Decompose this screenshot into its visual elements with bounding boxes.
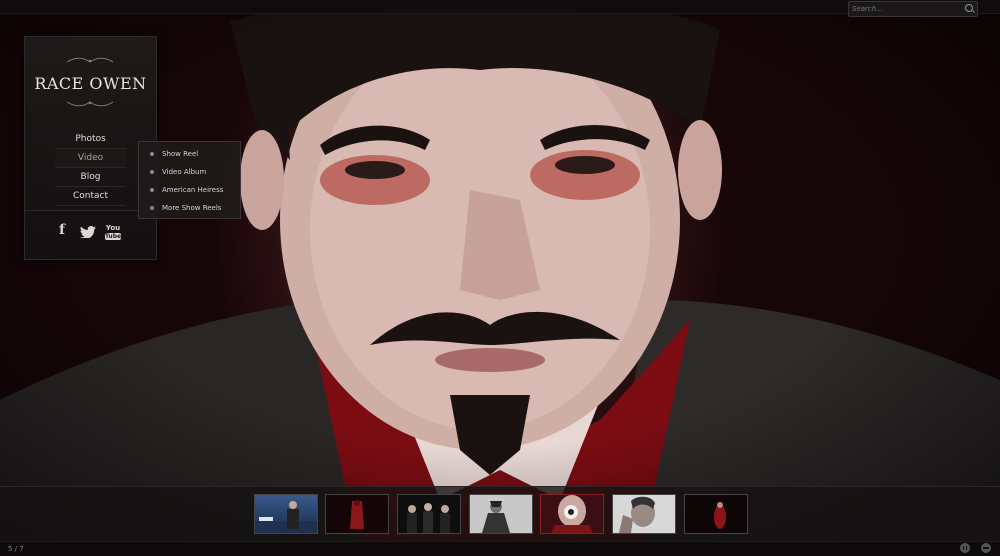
bullet-icon [150,170,154,174]
slideshow-stage: RACE OWEN Photos Video Blog Contact f Yo… [0,0,1000,556]
thumbnail-2-image [326,495,388,533]
bullet-icon [150,206,154,210]
bullet-icon [150,188,154,192]
slide-counter: 5 / 7 [8,545,24,553]
youtube-icon-top: You [105,224,121,232]
pause-icon[interactable] [960,543,970,553]
twitter-icon[interactable] [80,226,96,238]
pause-icon-bar [963,546,964,550]
pause-icon-bar [966,546,967,550]
minimize-icon-dash [983,547,989,549]
logo-bottom-ornament-icon [66,101,114,107]
facebook-icon[interactable]: f [57,222,67,238]
eye-icon[interactable] [564,505,578,519]
main-nav: Photos Video Blog Contact [55,130,126,206]
submenu-item-american-heiress[interactable]: American Heiress [139,181,240,199]
nav-item-contact[interactable]: Contact [55,187,126,206]
thumbnail-4-image [470,495,532,533]
youtube-icon-bottom: Tube [105,233,122,240]
submenu-item-more-show-reels[interactable]: More Show Reels [139,199,240,217]
submenu-item-show-reel[interactable]: Show Reel [139,145,240,163]
bullet-icon [150,152,154,156]
bottom-control-bar [0,541,1000,556]
thumbnail-3[interactable] [397,494,461,534]
thumbnail-6-image [613,495,675,533]
submenu-item-label: American Heiress [162,186,224,194]
thumbnail-1[interactable] [254,494,318,534]
nav-item-photos[interactable]: Photos [55,130,126,149]
panel-divider [25,210,156,211]
nav-item-video[interactable]: Video [55,149,126,168]
search-input[interactable] [852,2,960,16]
thumbnail-3-image [398,495,460,533]
thumbnail-7-image [685,495,747,533]
submenu-item-label: Video Album [162,168,207,176]
thumbnail-1-image [255,501,317,533]
thumbnail-6[interactable] [612,494,676,534]
minimize-icon[interactable] [981,543,991,553]
submenu-item-label: More Show Reels [162,204,222,212]
search-box[interactable] [848,1,978,17]
video-submenu: Show Reel Video Album American Heiress M… [138,141,241,219]
thumbnail-7[interactable] [684,494,748,534]
nav-item-blog[interactable]: Blog [55,168,126,187]
logo-top-ornament-icon [66,57,114,63]
site-logo[interactable]: RACE OWEN [25,74,156,93]
search-icon[interactable] [965,4,973,12]
thumbnail-2[interactable] [325,494,389,534]
thumbnail-4[interactable] [469,494,533,534]
youtube-icon[interactable]: You Tube [105,225,121,241]
submenu-item-video-album[interactable]: Video Album [139,163,240,181]
submenu-item-label: Show Reel [162,150,199,158]
